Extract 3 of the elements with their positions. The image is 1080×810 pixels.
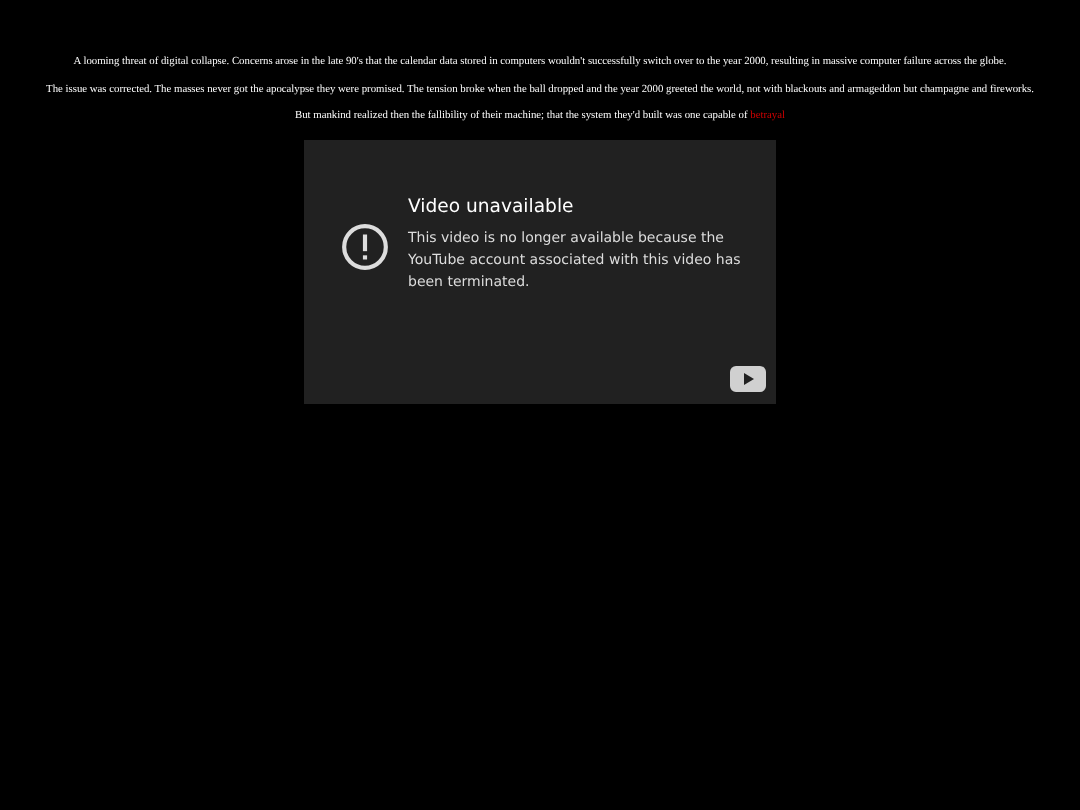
- video-error-title: Video unavailable: [408, 196, 576, 218]
- youtube-play-icon[interactable]: [730, 366, 766, 392]
- alert-icon: [340, 222, 390, 272]
